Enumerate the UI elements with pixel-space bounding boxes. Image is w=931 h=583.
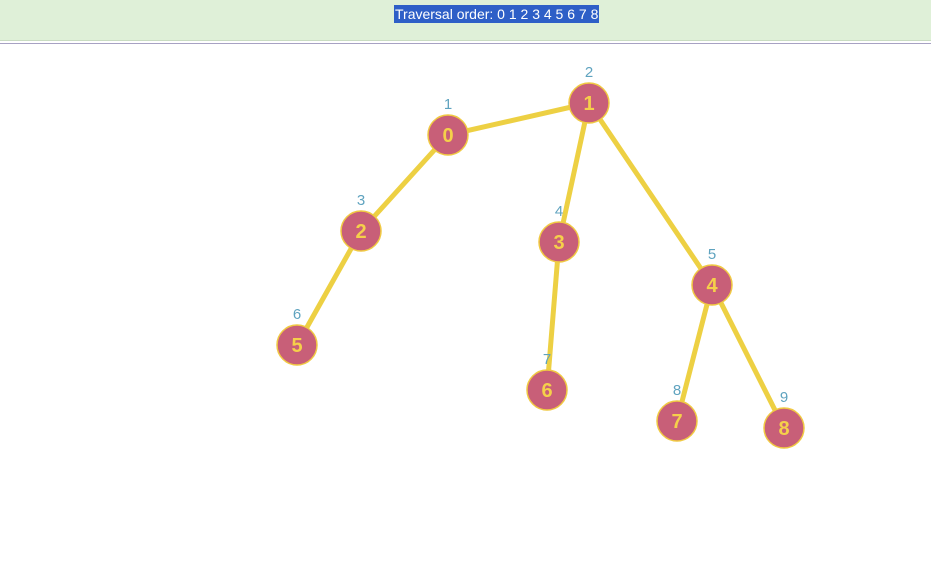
node-order-number: 6	[293, 306, 301, 323]
node-order-number: 3	[357, 192, 365, 209]
tree-diagram: 01 1223344556677889	[276, 64, 805, 449]
node-label: 5	[291, 335, 302, 357]
tree-node-0[interactable]: 01	[427, 96, 469, 156]
node-label: 7	[671, 411, 682, 433]
nodes-layer: 01 1223344556677889	[276, 64, 805, 449]
tree-node-4[interactable]: 45	[691, 246, 733, 306]
node-order-number: 5	[708, 246, 716, 263]
edge-4-7	[674, 282, 715, 424]
node-order-number: 1	[444, 96, 452, 113]
tree-node-1[interactable]: 12	[568, 64, 610, 124]
node-label: 1	[583, 93, 594, 115]
tree-node-5[interactable]: 56	[276, 306, 318, 366]
node-label: 8	[778, 418, 789, 440]
tree-node-2[interactable]: 23	[340, 192, 382, 252]
node-order-number: 4	[555, 203, 563, 220]
tree-node-3[interactable]: 34	[538, 203, 580, 263]
node-label: 2	[355, 221, 366, 243]
edge-1-0	[445, 100, 592, 138]
tree-node-6[interactable]: 67	[526, 351, 568, 411]
node-order-number: 9	[780, 389, 788, 406]
node-order-number: 8	[673, 382, 681, 399]
node-order-number: 7	[543, 351, 551, 368]
node-label: 0	[442, 125, 453, 147]
node-label: 6	[541, 380, 552, 402]
tree-node-7[interactable]: 78	[656, 382, 698, 442]
edge-1-3	[556, 100, 592, 245]
edge-4-8	[709, 282, 787, 431]
node-label: 3	[553, 232, 564, 254]
edge-1-4	[586, 100, 715, 288]
node-order-number: 2	[585, 64, 593, 81]
node-label: 4	[706, 275, 718, 297]
